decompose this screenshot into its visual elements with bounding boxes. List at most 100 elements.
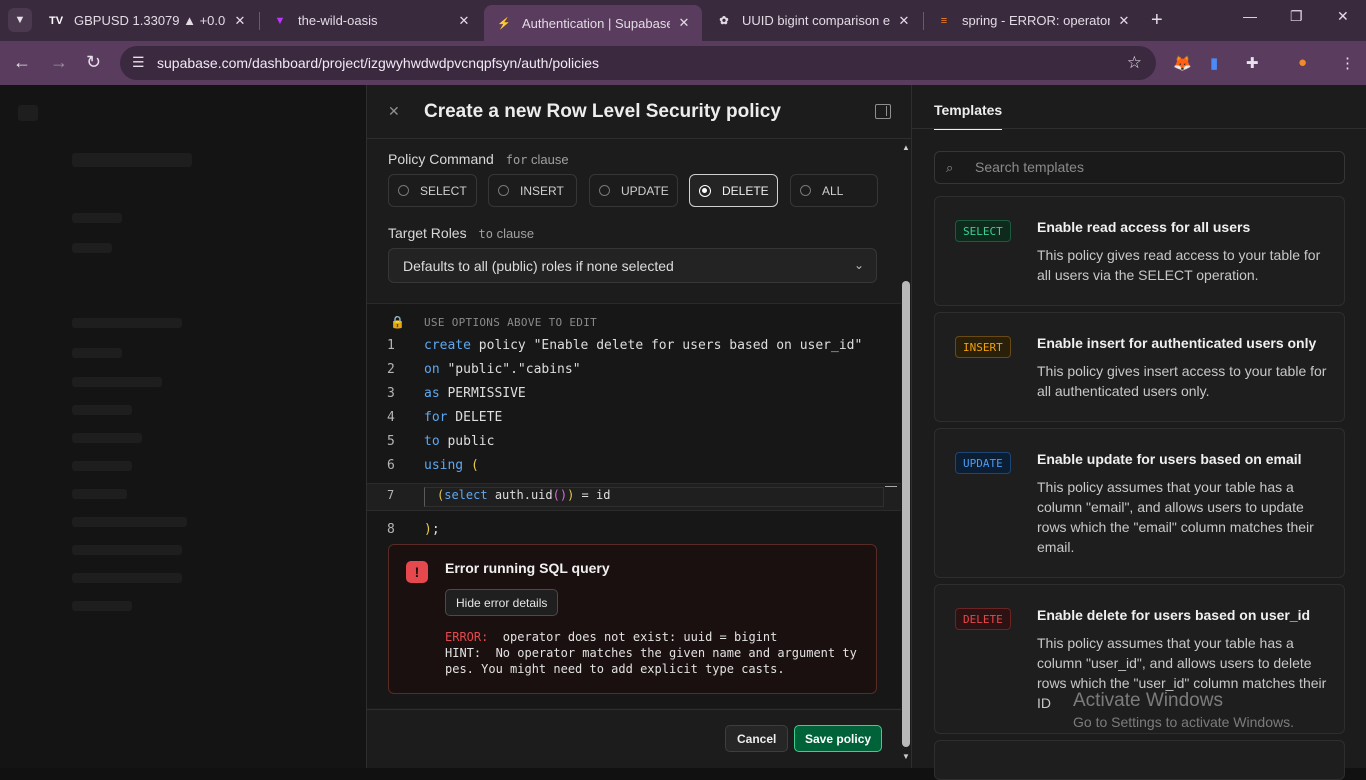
- policy-command-label: Policy Command for clause: [388, 151, 569, 167]
- code-text: as PERMISSIVE: [424, 386, 526, 401]
- code-keyword: using: [424, 458, 464, 473]
- tab-divider: [912, 128, 1366, 129]
- forward-icon[interactable]: →: [50, 52, 68, 73]
- code-keyword: on: [424, 362, 440, 377]
- code-line: 5 to public: [367, 434, 901, 454]
- code-keyword: select: [444, 488, 488, 502]
- dim-placeholder: [72, 348, 122, 358]
- browser-tab-gbpusd[interactable]: TV GBPUSD 1.33079 ▲ +0.09% ✕: [36, 0, 258, 41]
- hide-error-details-button[interactable]: Hide error details: [445, 589, 559, 616]
- radio-icon: [599, 185, 610, 196]
- menu-kebab-icon[interactable]: ⋮: [1340, 54, 1355, 72]
- code-text: create policy "Enable delete for users b…: [424, 338, 862, 353]
- url-text[interactable]: supabase.com/dashboard/project/izgwyhwdw…: [157, 55, 599, 71]
- radio-icon: [800, 185, 811, 196]
- tab-search-button[interactable]: ▼: [8, 8, 32, 32]
- code-rest: ;: [431, 522, 440, 537]
- browser-tab-stackoverflow[interactable]: ≡ spring - ERROR: operator do ✕: [924, 0, 1142, 41]
- code-rest: PERMISSIVE: [439, 386, 526, 401]
- code-paren: (): [552, 488, 568, 502]
- code-line: 4 for DELETE: [367, 410, 901, 430]
- supabase-page: ✕ Create a new Row Level Security policy…: [0, 85, 1366, 780]
- close-icon[interactable]: ✕: [388, 103, 400, 120]
- line-number: 8: [387, 522, 395, 537]
- dim-placeholder: [72, 377, 162, 387]
- browser-tab-supabase[interactable]: ⚡ Authentication | Supabase ✕: [484, 5, 702, 41]
- code-rest: DELETE: [447, 410, 503, 425]
- site-info-icon[interactable]: ☰: [132, 54, 145, 71]
- template-card-insert[interactable]: INSERT Enable insert for authenticated u…: [934, 312, 1345, 422]
- command-option-update[interactable]: UPDATE: [589, 174, 678, 207]
- error-text: operator does not exist: uuid = bigint: [488, 630, 778, 644]
- tab-templates[interactable]: Templates: [934, 102, 1003, 130]
- windows-activation-subtext: Go to Settings to activate Windows.: [1073, 714, 1294, 730]
- command-option-label: INSERT: [520, 183, 564, 198]
- templates-panel: Templates ⌕ SELECT Enable read access fo…: [912, 85, 1366, 780]
- code-text: );: [424, 522, 440, 537]
- hint-suffix: clause: [496, 226, 535, 241]
- radio-icon: [498, 185, 509, 196]
- metamask-icon[interactable]: 🦊: [1173, 54, 1192, 72]
- panel-footer: Cancel Save policy: [367, 709, 901, 768]
- template-description: This policy gives read access to your ta…: [1037, 247, 1321, 283]
- clipboard-extension-icon[interactable]: ▮: [1210, 54, 1218, 72]
- tab-title: UUID bigint comparison erro: [742, 13, 890, 28]
- dim-placeholder: [72, 573, 182, 583]
- browser-tab-wild-oasis[interactable]: ▼ the-wild-oasis ✕: [260, 0, 482, 41]
- command-badge: UPDATE: [955, 452, 1011, 474]
- scroll-down-icon[interactable]: ▼: [902, 752, 910, 761]
- cancel-button[interactable]: Cancel: [725, 725, 789, 752]
- back-icon[interactable]: ←: [13, 52, 31, 73]
- collapse-panel-icon[interactable]: [875, 104, 891, 119]
- error-message: ERROR: operator does not exist: uuid = b…: [445, 629, 857, 677]
- code-keyword: create: [424, 338, 471, 353]
- code-text: using (: [424, 458, 479, 473]
- command-option-insert[interactable]: INSERT: [488, 174, 577, 207]
- bookmark-star-icon[interactable]: ☆: [1127, 53, 1142, 73]
- code-line: 2 on "public"."cabins": [367, 362, 901, 382]
- code-keyword: to: [424, 434, 440, 449]
- template-search[interactable]: ⌕: [934, 151, 1345, 184]
- tab-title: GBPUSD 1.33079 ▲ +0.09%: [74, 13, 226, 28]
- command-option-all[interactable]: ALL: [790, 174, 878, 207]
- profile-avatar[interactable]: ●: [1298, 54, 1307, 71]
- error-alert-icon: !: [406, 561, 428, 583]
- scroll-up-icon[interactable]: ▲: [902, 143, 910, 152]
- new-tab-icon[interactable]: +: [1151, 9, 1163, 32]
- template-card-select[interactable]: SELECT Enable read access for all users …: [934, 196, 1345, 306]
- close-icon[interactable]: ✕: [676, 15, 692, 31]
- line-number: 3: [387, 386, 395, 401]
- tab-title: the-wild-oasis: [298, 13, 378, 28]
- reload-icon[interactable]: ↻: [86, 52, 101, 73]
- search-input[interactable]: [975, 159, 1325, 175]
- error-hint-line: pes. You might need to add explicit type…: [445, 662, 785, 676]
- template-card-update[interactable]: UPDATE Enable update for users based on …: [934, 428, 1345, 578]
- close-window-icon[interactable]: ✕: [1337, 8, 1349, 25]
- dim-placeholder: [18, 105, 38, 121]
- close-icon[interactable]: ✕: [456, 13, 472, 29]
- code-line: 1 create policy "Enable delete for users …: [367, 338, 901, 358]
- dim-placeholder: [72, 153, 192, 167]
- close-icon[interactable]: ✕: [896, 13, 912, 29]
- address-bar[interactable]: ☰ supabase.com/dashboard/project/izgwyhw…: [120, 46, 1156, 80]
- command-option-label: ALL: [822, 183, 844, 198]
- command-option-delete[interactable]: DELETE: [689, 174, 778, 207]
- restore-icon[interactable]: ❐: [1290, 8, 1303, 25]
- browser-tab-chatgpt[interactable]: ✿ UUID bigint comparison erro ✕: [704, 0, 922, 41]
- minimize-icon[interactable]: —: [1243, 8, 1257, 24]
- target-roles-select[interactable]: Defaults to all (public) roles if none s…: [388, 248, 877, 283]
- line-number: 2: [387, 362, 395, 377]
- save-policy-button[interactable]: Save policy: [794, 725, 883, 752]
- supabase-icon: ⚡: [497, 17, 511, 30]
- close-icon[interactable]: ✕: [1116, 13, 1132, 29]
- extensions-icon[interactable]: ✚: [1246, 54, 1259, 72]
- dim-placeholder: [72, 545, 182, 555]
- template-description: This policy assumes that your table has …: [1037, 479, 1314, 555]
- template-card-partial[interactable]: [934, 740, 1345, 780]
- scrollbar-thumb[interactable]: [902, 281, 910, 747]
- command-option-select[interactable]: SELECT: [388, 174, 477, 207]
- close-icon[interactable]: ✕: [232, 13, 248, 29]
- editor-readonly-hint: USE OPTIONS ABOVE TO EDIT: [424, 316, 598, 329]
- error-label: ERROR:: [445, 630, 489, 644]
- error-hint-line: HINT: No operator matches the given name…: [445, 646, 857, 660]
